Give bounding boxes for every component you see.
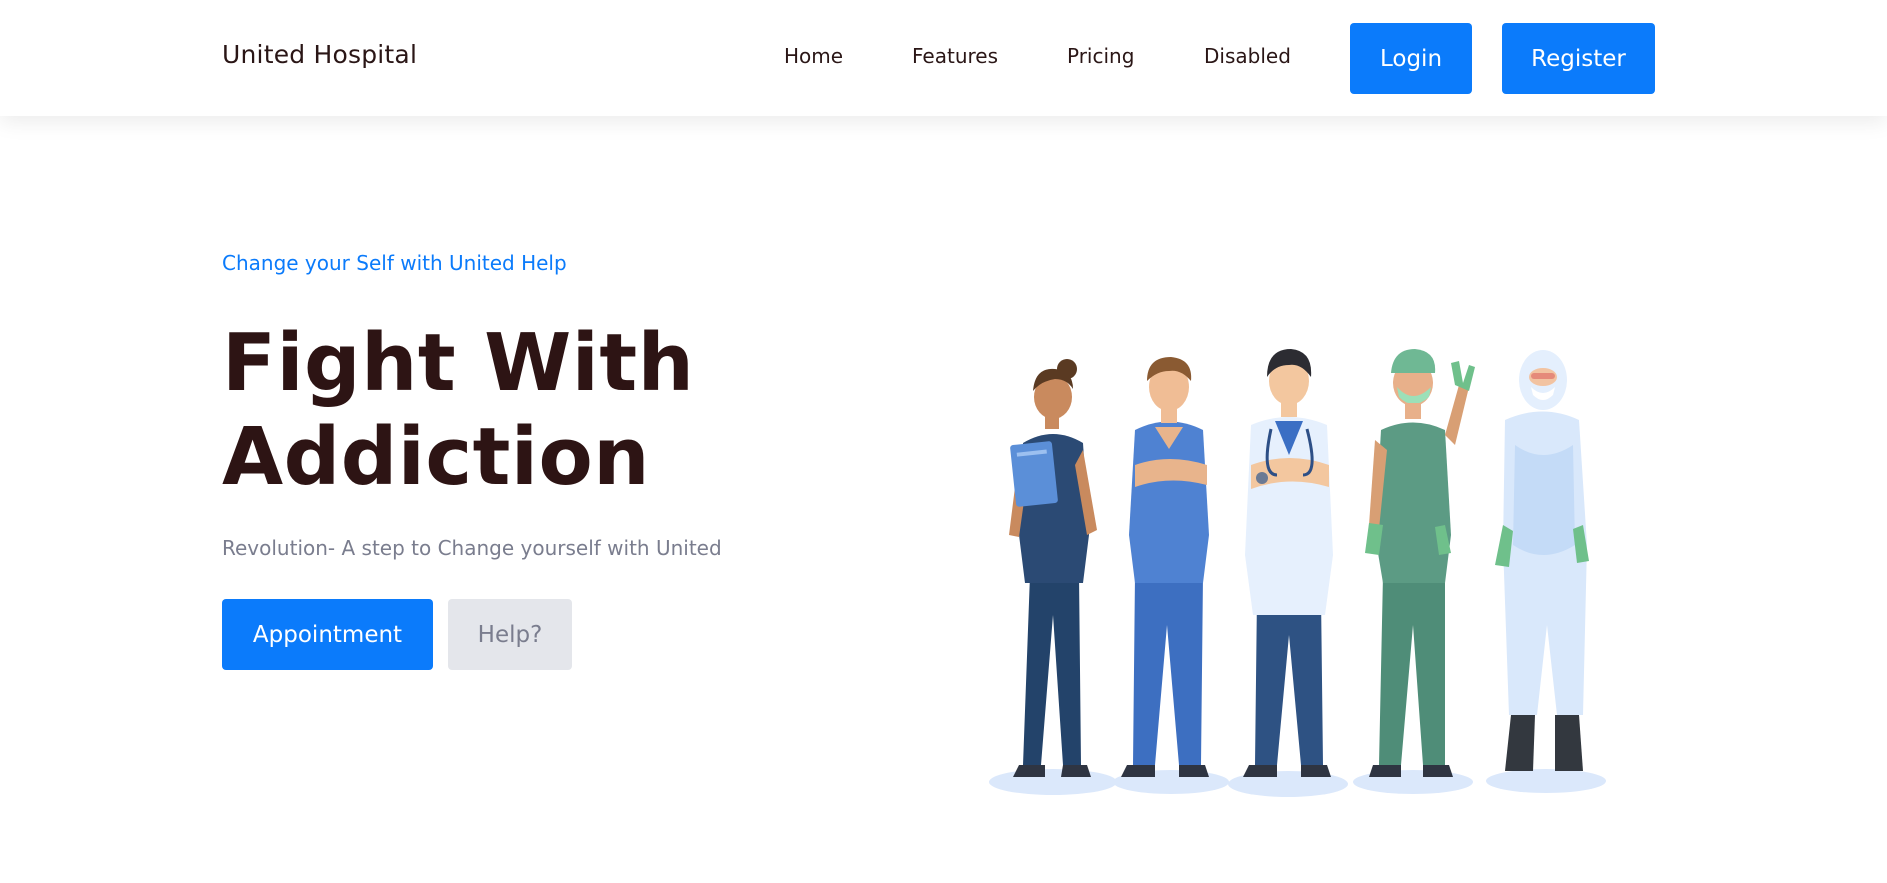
help-button[interactable]: Help?: [448, 599, 572, 670]
brand-logo-text[interactable]: United Hospital: [222, 40, 417, 69]
nav-link-home[interactable]: Home: [784, 44, 843, 68]
nav-link-disabled[interactable]: Disabled: [1204, 44, 1291, 68]
hero-subtitle: Revolution- A step to Change yourself wi…: [222, 536, 722, 560]
doctor-figure: [1243, 349, 1333, 777]
hazmat-worker-figure: [1495, 350, 1589, 771]
nav-link-features[interactable]: Features: [912, 44, 998, 68]
appointment-button[interactable]: Appointment: [222, 599, 433, 670]
navbar: United Hospital Home Features Pricing Di…: [0, 0, 1887, 116]
register-button[interactable]: Register: [1502, 23, 1655, 94]
hero-title-line-2: Addiction: [222, 411, 651, 503]
male-nurse-figure: [1121, 357, 1209, 777]
login-button[interactable]: Login: [1350, 23, 1472, 94]
medical-staff-illustration: [989, 349, 1606, 797]
surgeon-figure: [1365, 349, 1475, 777]
nav-link-pricing[interactable]: Pricing: [1067, 44, 1134, 68]
nurse-with-clipboard-figure: [1009, 359, 1097, 777]
hero-title-line-1: Fight With: [222, 317, 695, 409]
hero-eyebrow: Change your Self with United Help: [222, 251, 567, 275]
hero-title: Fight With Addiction: [222, 316, 862, 504]
